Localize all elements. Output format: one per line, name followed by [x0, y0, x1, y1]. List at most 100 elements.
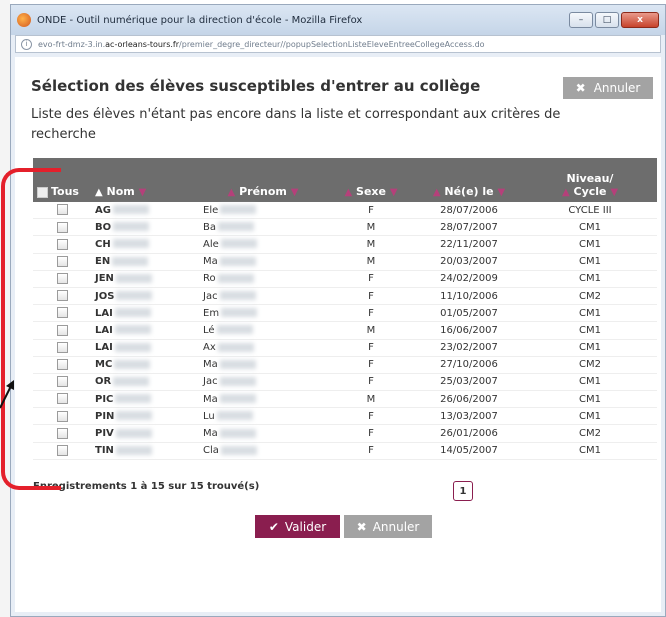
header-nom[interactable]: ▲ Nom ▼ [91, 158, 199, 202]
redacted-block [218, 222, 254, 232]
table-row[interactable]: JOS Jac F 11/10/2006 CM2 [33, 287, 657, 306]
info-icon[interactable]: i [21, 38, 32, 50]
sort-down-icon[interactable]: ▼ [390, 187, 398, 198]
redacted-block [221, 308, 258, 318]
redacted-block [220, 239, 257, 249]
redacted-block [113, 222, 150, 232]
redacted-block [116, 291, 153, 301]
header-ne-le[interactable]: ▲ Né(e) le ▼ [415, 158, 523, 202]
minimize-button[interactable]: – [569, 12, 593, 28]
redacted-block [115, 445, 152, 455]
table-row[interactable]: JEN Ro F 24/02/2009 CM1 [33, 270, 657, 288]
header-prenom[interactable]: ▲ Prénom ▼ [199, 158, 327, 202]
cell-prenom: Ba [199, 218, 327, 237]
cell-niveau: CM1 [523, 407, 657, 426]
redacted-block [216, 411, 253, 421]
redacted-block [114, 342, 151, 352]
cell-prenom: Ma [199, 390, 327, 409]
cell-prenom: Ma [199, 253, 327, 271]
sort-down-icon[interactable]: ▼ [497, 187, 505, 198]
table-row[interactable]: PIC Ma M 26/06/2007 CM1 [33, 390, 657, 409]
cell-sexe: M [327, 253, 415, 271]
sort-down-icon[interactable]: ▼ [291, 187, 299, 198]
sort-up-icon[interactable]: ▲ [228, 187, 236, 198]
redacted-block [112, 239, 149, 249]
cell-prenom: Lu [199, 407, 327, 426]
validate-button[interactable]: ✔ Valider [255, 515, 340, 538]
cell-prenom: Ma [199, 356, 327, 374]
cell-nom: JEN [91, 270, 199, 288]
cell-prenom: Jac [199, 287, 327, 306]
cell-nom: CH [91, 235, 199, 254]
cancel-button[interactable]: ✖ Annuler [344, 515, 432, 538]
table-row[interactable]: LAI Ax F 23/02/2007 CM1 [33, 339, 657, 357]
table-row[interactable]: BO Ba M 28/07/2007 CM1 [33, 218, 657, 237]
cell-sexe: F [327, 424, 415, 443]
table-row[interactable]: LAI Lé M 16/06/2007 CM1 [33, 321, 657, 340]
redacted-block [114, 359, 151, 369]
sort-down-icon[interactable]: ▼ [139, 187, 147, 198]
table-row[interactable]: PIV Ma F 26/01/2006 CM2 [33, 424, 657, 443]
table-row[interactable]: CH Ale M 22/11/2007 CM1 [33, 235, 657, 254]
sort-up-icon[interactable]: ▲ [95, 187, 103, 198]
cancel-top-button[interactable]: ✖ Annuler [563, 77, 653, 99]
red-annotation-bracket [1, 168, 61, 490]
cell-prenom: Ax [199, 339, 327, 357]
maximize-button[interactable]: □ [595, 12, 619, 28]
cell-sexe: F [327, 339, 415, 357]
redacted-block [219, 291, 256, 301]
header-nom-label: Nom [106, 185, 135, 198]
cell-niveau: CM1 [523, 270, 657, 288]
cell-date: 11/10/2006 [415, 287, 523, 306]
redacted-block [114, 308, 151, 318]
redacted-block [219, 394, 256, 404]
redacted-block [220, 205, 257, 215]
browser-window: ONDE - Outil numérique pour la direction… [10, 4, 666, 617]
cell-nom: TIN [91, 442, 199, 460]
header-niveau-line1: Niveau/ [566, 172, 614, 185]
cell-sexe: F [327, 287, 415, 306]
cell-nom: OR [91, 373, 199, 392]
table-row[interactable]: OR Jac F 25/03/2007 CM1 [33, 373, 657, 392]
check-icon: ✔ [268, 519, 279, 534]
sort-up-icon[interactable]: ▲ [433, 187, 441, 198]
cell-niveau: CM2 [523, 287, 657, 306]
cell-nom: AG [91, 202, 199, 220]
sort-up-icon[interactable]: ▲ [344, 187, 352, 198]
cell-niveau: CYCLE III [523, 202, 657, 220]
header-ne-le-label: Né(e) le [444, 185, 494, 198]
cell-prenom: Em [199, 304, 327, 323]
cell-sexe: F [327, 304, 415, 323]
url-path: /premier_degre_directeur//popupSelection… [179, 39, 485, 49]
table-row[interactable]: LAI Em F 01/05/2007 CM1 [33, 304, 657, 323]
redacted-block [219, 428, 256, 438]
close-button[interactable]: x [621, 12, 659, 28]
firefox-icon [17, 13, 31, 27]
sort-up-icon[interactable]: ▲ [562, 187, 570, 198]
redacted-block [216, 325, 253, 335]
header-niveau[interactable]: Niveau/ ▲ Cycle ▼ [523, 158, 657, 202]
redacted-block [112, 256, 149, 266]
cell-nom: PIV [91, 424, 199, 443]
url-bar[interactable]: i evo-frt-dmz-3.in. ac-orleans-tours.fr/p… [15, 35, 661, 53]
cell-sexe: F [327, 356, 415, 374]
table-row[interactable]: EN Ma M 20/03/2007 CM1 [33, 253, 657, 271]
header-niveau-line2: Cycle [573, 185, 607, 198]
redacted-block [219, 256, 256, 266]
table-row[interactable]: MC Ma F 27/10/2006 CM2 [33, 356, 657, 374]
cell-niveau: CM1 [523, 253, 657, 271]
cell-date: 14/05/2007 [415, 442, 523, 460]
table-row[interactable]: TIN Cla F 14/05/2007 CM1 [33, 442, 657, 460]
cell-niveau: CM1 [523, 304, 657, 323]
table-row[interactable]: AG Ele F 28/07/2006 CYCLE III [33, 202, 657, 220]
cell-date: 24/02/2009 [415, 270, 523, 288]
table-row[interactable]: PIN Lu F 13/03/2007 CM1 [33, 407, 657, 426]
close-icon: ✖ [356, 519, 367, 534]
page-1-button[interactable]: 1 [453, 481, 473, 501]
cell-niveau: CM1 [523, 390, 657, 409]
redacted-block [115, 273, 152, 283]
cell-nom: PIN [91, 407, 199, 426]
cell-date: 23/02/2007 [415, 339, 523, 357]
sort-down-icon[interactable]: ▼ [610, 187, 618, 198]
header-sexe[interactable]: ▲ Sexe ▼ [327, 158, 415, 202]
